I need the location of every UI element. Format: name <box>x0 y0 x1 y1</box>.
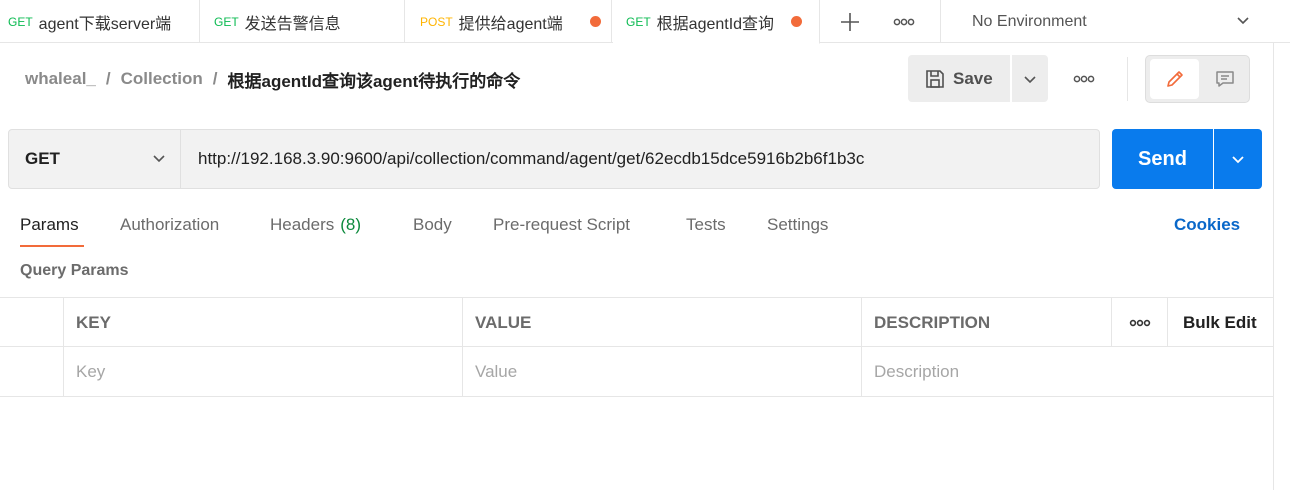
tab-query-by-agentid[interactable]: GET 根据agentId查询 <box>613 0 820 44</box>
save-label: Save <box>953 68 993 88</box>
tab-label: Body <box>413 215 452 234</box>
row-checkbox-cell <box>0 347 64 396</box>
cookies-label: Cookies <box>1174 215 1241 234</box>
more-horizontal-icon[interactable] <box>884 0 924 43</box>
query-params-table: KEY VALUE DESCRIPTION Bulk Edit <box>0 297 1273 397</box>
breadcrumb-request-name[interactable]: 根据agentId查询该agent待执行的命令 <box>228 67 521 92</box>
value-column-header: VALUE <box>463 298 862 347</box>
description-input[interactable] <box>874 361 1273 382</box>
request-url-bar: GET <box>8 129 1100 189</box>
checkbox-column-header <box>0 298 64 347</box>
more-horizontal-icon <box>1129 319 1151 326</box>
cookies-link[interactable]: Cookies <box>1174 213 1240 237</box>
value-input[interactable] <box>475 361 861 382</box>
breadcrumb: whaleal_ / Collection / 根据agentId查询该agen… <box>25 67 520 91</box>
tab-label: Headers <box>270 215 335 234</box>
tab-authorization[interactable]: Authorization <box>120 213 219 237</box>
tab-label: Tests <box>686 215 726 234</box>
panel-right-border <box>1273 43 1274 490</box>
save-options-button[interactable] <box>1012 55 1048 102</box>
send-label: Send <box>1138 147 1187 170</box>
tab-method: POST <box>420 14 453 29</box>
tab-label: Settings <box>767 215 829 234</box>
breadcrumb-separator: / <box>212 69 218 88</box>
tab-method: GET <box>214 14 239 29</box>
tab-method: GET <box>626 14 651 29</box>
tab-title: 提供给agent端 <box>458 15 563 33</box>
key-cell <box>64 347 463 396</box>
tab-headers[interactable]: Headers (8) <box>270 213 361 237</box>
url-input[interactable] <box>198 130 1088 188</box>
chevron-down-icon <box>1232 156 1244 164</box>
chevron-down-icon <box>1237 17 1249 25</box>
tab-settings[interactable]: Settings <box>767 213 828 237</box>
comment-icon <box>1215 71 1234 87</box>
http-method-select[interactable]: GET <box>9 130 181 188</box>
unsaved-indicator-icon <box>791 16 802 27</box>
key-input[interactable] <box>76 361 462 382</box>
more-horizontal-icon <box>1073 75 1095 83</box>
column-options-button[interactable] <box>1112 298 1168 347</box>
description-cell <box>862 347 1273 396</box>
plus-icon[interactable] <box>830 0 870 43</box>
documentation-mode-button[interactable] <box>1202 59 1247 99</box>
tab-title: 根据agentId查询 <box>656 15 775 33</box>
tab-label: Authorization <box>120 215 220 234</box>
edit-mode-button[interactable] <box>1150 59 1199 99</box>
http-method-value: GET <box>25 149 60 168</box>
tab-send-alert[interactable]: GET 发送告警信息 <box>201 0 405 43</box>
save-button[interactable]: Save <box>908 55 1010 102</box>
breadcrumb-separator: / <box>105 69 111 88</box>
tab-title: agent下载server端 <box>38 15 172 33</box>
value-cell <box>463 347 862 396</box>
bulk-edit-button[interactable]: Bulk Edit <box>1168 298 1273 347</box>
table-row <box>0 347 1273 397</box>
tab-params[interactable]: Params <box>20 213 79 237</box>
active-tab-indicator <box>20 245 84 247</box>
tab-label: Pre-request Script <box>493 215 630 234</box>
chevron-down-icon <box>153 155 165 163</box>
request-tab-bar: GET agent下载server端 GET 发送告警信息 POST 提供给ag… <box>0 0 1290 44</box>
tab-label: Params <box>20 215 79 234</box>
tab-body[interactable]: Body <box>413 213 452 237</box>
tab-pre-request-script[interactable]: Pre-request Script <box>493 213 630 237</box>
environment-label: No Environment <box>972 12 1087 30</box>
more-actions-button[interactable] <box>1064 66 1104 92</box>
query-params-title: Query Params <box>20 262 129 279</box>
breadcrumb-collection[interactable]: Collection <box>121 69 203 89</box>
table-header-row: KEY VALUE DESCRIPTION Bulk Edit <box>0 297 1273 347</box>
divider <box>1127 57 1128 101</box>
tab-tests[interactable]: Tests <box>686 213 726 237</box>
pencil-icon <box>1166 71 1183 87</box>
send-options-button[interactable] <box>1214 129 1262 189</box>
environment-selector[interactable]: No Environment <box>940 0 1290 43</box>
key-column-header: KEY <box>64 298 463 347</box>
description-column-header: DESCRIPTION <box>862 298 1112 347</box>
mode-toggle <box>1145 55 1250 103</box>
breadcrumb-workspace[interactable]: whaleal_ <box>25 69 96 89</box>
send-button[interactable]: Send <box>1112 129 1213 189</box>
chevron-down-icon <box>1024 75 1036 83</box>
headers-count: (8) <box>340 215 362 234</box>
tab-method: GET <box>8 14 33 29</box>
tab-provide-to-agent[interactable]: POST 提供给agent端 <box>406 0 612 43</box>
tab-agent-download[interactable]: GET agent下载server端 <box>0 0 200 43</box>
save-icon <box>926 69 944 88</box>
tab-title: 发送告警信息 <box>244 15 341 33</box>
unsaved-indicator-icon <box>590 16 601 27</box>
